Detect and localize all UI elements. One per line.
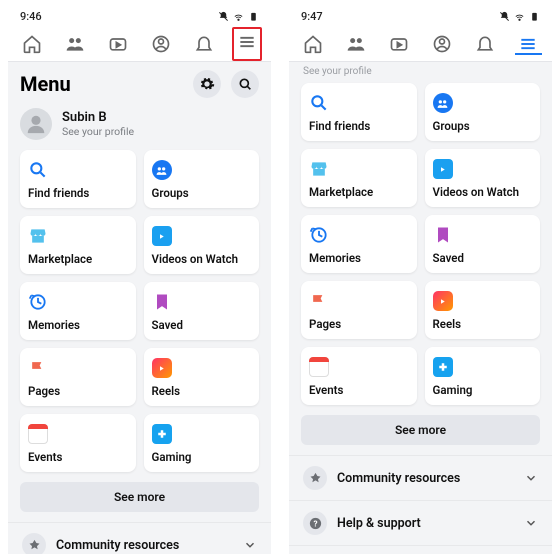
tab-profile[interactable] [140, 34, 183, 54]
community-icon [22, 533, 46, 554]
shortcut-grid: Find friends Groups Marketplace Videos o… [8, 150, 271, 472]
hamburger-icon [237, 32, 257, 52]
tab-watch[interactable] [377, 34, 420, 54]
search-icon [237, 76, 253, 92]
tile-videos[interactable]: Videos on Watch [144, 216, 260, 274]
tab-friends[interactable] [334, 34, 377, 54]
search-button[interactable] [231, 70, 259, 98]
wifi-icon [233, 11, 244, 22]
tile-groups[interactable]: Groups [144, 150, 260, 208]
wifi-icon [514, 11, 525, 22]
page-title: Menu [20, 72, 71, 96]
section-settings-privacy[interactable]: Settings & Privacy [289, 545, 552, 554]
gear-icon [199, 76, 215, 92]
tab-watch[interactable] [96, 34, 139, 54]
section-community[interactable]: Community resources [289, 455, 552, 500]
reels-icon [433, 291, 453, 311]
hamburger-icon [518, 34, 538, 54]
tile-marketplace[interactable]: Marketplace [301, 149, 417, 207]
chevron-down-icon [524, 471, 538, 485]
section-help[interactable]: ? Help & support [289, 500, 552, 545]
battery-icon [248, 11, 259, 22]
status-bar: 9:46 [8, 6, 271, 26]
tile-find-friends[interactable]: Find friends [301, 83, 417, 141]
tile-find-friends[interactable]: Find friends [20, 150, 136, 208]
profile-row[interactable]: Subin B See your profile [8, 102, 271, 150]
status-icons [218, 11, 259, 22]
memories-icon [309, 225, 329, 245]
watch-icon [433, 159, 453, 179]
tile-pages[interactable]: Pages [20, 348, 136, 406]
tab-home[interactable] [10, 34, 53, 54]
status-bar: 9:47 [289, 6, 552, 26]
help-icon: ? [303, 511, 327, 535]
tab-menu[interactable] [226, 27, 269, 61]
tile-reels[interactable]: Reels [144, 348, 260, 406]
tile-gaming[interactable]: Gaming [144, 414, 260, 472]
groups-icon [433, 93, 453, 113]
reels-icon [152, 358, 172, 378]
profile-subtitle: See your profile [62, 125, 134, 138]
top-nav [289, 26, 552, 62]
menu-screen-scrolled: See your profile Find friends Groups Mar… [289, 62, 552, 554]
tab-menu[interactable] [507, 34, 550, 54]
tile-events[interactable]: Events [20, 414, 136, 472]
search-people-icon [28, 160, 48, 180]
menu-screen: Menu Subin B See your profile Find frien… [8, 62, 271, 554]
search-people-icon [309, 93, 329, 113]
see-more-button[interactable]: See more [301, 415, 540, 445]
avatar [20, 108, 52, 140]
marketplace-icon [28, 226, 48, 246]
marketplace-icon [309, 159, 329, 179]
memories-icon [28, 292, 48, 312]
clock: 9:47 [301, 10, 323, 23]
bell-off-icon [499, 11, 510, 22]
clock: 9:46 [20, 10, 42, 23]
tab-notifications[interactable] [464, 34, 507, 54]
screenshot-left: 9:46 Menu Subin B [8, 6, 271, 554]
tile-memories[interactable]: Memories [301, 215, 417, 273]
chevron-down-icon [243, 538, 257, 552]
tab-home[interactable] [291, 34, 334, 54]
highlight-menu-tab [232, 27, 262, 61]
pages-icon [28, 358, 48, 378]
svg-text:?: ? [313, 518, 317, 528]
groups-icon [152, 160, 172, 180]
tile-saved[interactable]: Saved [425, 215, 541, 273]
tile-marketplace[interactable]: Marketplace [20, 216, 136, 274]
shortcut-grid: Find friends Groups Marketplace Videos o… [289, 83, 552, 405]
community-icon [303, 466, 327, 490]
tile-events[interactable]: Events [301, 347, 417, 405]
saved-icon [152, 292, 172, 312]
tile-groups[interactable]: Groups [425, 83, 541, 141]
tile-saved[interactable]: Saved [144, 282, 260, 340]
saved-icon [433, 225, 453, 245]
tile-gaming[interactable]: Gaming [425, 347, 541, 405]
tab-friends[interactable] [53, 34, 96, 54]
profile-subtitle-fragment: See your profile [289, 62, 552, 83]
settings-button[interactable] [193, 70, 221, 98]
tile-reels[interactable]: Reels [425, 281, 541, 339]
menu-header: Menu [8, 62, 271, 102]
see-more-button[interactable]: See more [20, 482, 259, 512]
screenshot-right: 9:47 See your profile Find friends Group… [289, 6, 552, 554]
watch-icon [152, 226, 172, 246]
top-nav [8, 26, 271, 62]
gaming-icon [433, 357, 453, 377]
tab-notifications[interactable] [183, 34, 226, 54]
tab-profile[interactable] [421, 34, 464, 54]
tile-videos[interactable]: Videos on Watch [425, 149, 541, 207]
pages-icon [309, 291, 329, 311]
battery-icon [529, 11, 540, 22]
status-icons [499, 11, 540, 22]
tile-memories[interactable]: Memories [20, 282, 136, 340]
chevron-down-icon [524, 516, 538, 530]
tile-pages[interactable]: Pages [301, 281, 417, 339]
events-icon [28, 424, 48, 444]
events-icon [309, 357, 329, 377]
section-community[interactable]: Community resources [8, 522, 271, 554]
gaming-icon [152, 424, 172, 444]
profile-name: Subin B [62, 110, 134, 125]
bell-off-icon [218, 11, 229, 22]
